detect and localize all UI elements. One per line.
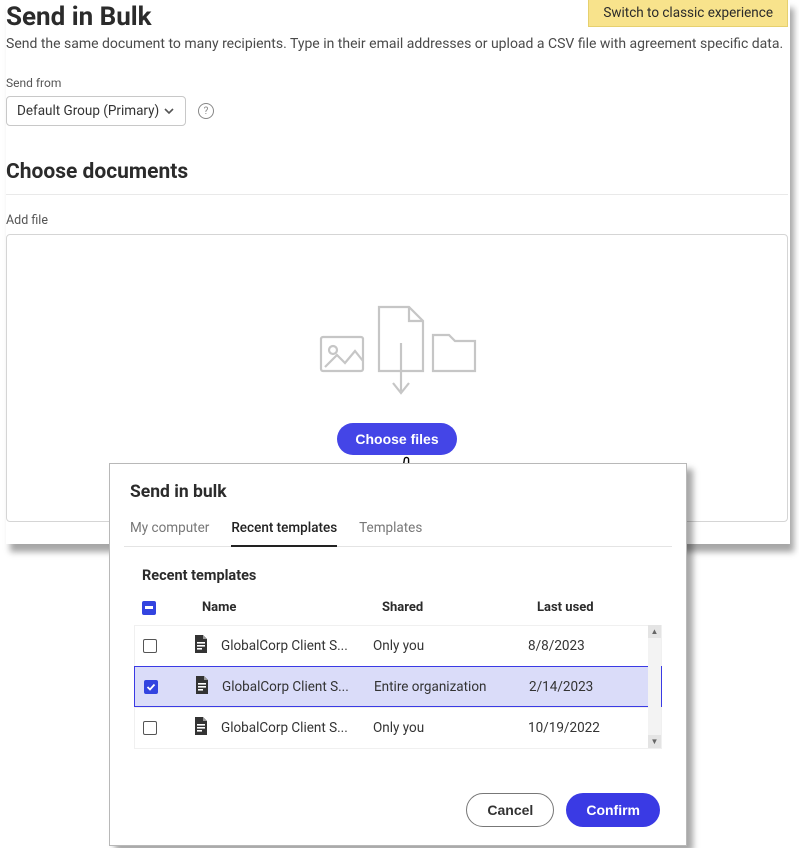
modal-section-label: Recent templates	[142, 567, 672, 584]
table-row[interactable]: GlobalCorp Client S... Only you 10/19/20…	[135, 707, 661, 748]
modal-title: Send in bulk	[130, 482, 672, 502]
modal-tabs: My computer Recent templates Templates	[124, 520, 672, 547]
send-from-dropdown[interactable]: Default Group (Primary)	[6, 96, 186, 126]
document-icon	[193, 716, 211, 740]
dropzone-art-icon	[317, 301, 477, 397]
confirm-button[interactable]: Confirm	[566, 793, 660, 827]
tab-templates[interactable]: Templates	[359, 520, 422, 546]
add-file-label: Add file	[6, 213, 788, 228]
cancel-button[interactable]: Cancel	[466, 793, 554, 827]
switch-classic-link[interactable]: Switch to classic experience	[588, 0, 788, 27]
table-row[interactable]: GlobalCorp Client S... Entire organizati…	[134, 666, 662, 707]
table-body: ▲ ▼ GlobalCorp Client S... Only you 8/8/…	[134, 625, 662, 749]
row-checkbox[interactable]	[143, 721, 157, 735]
row-name: GlobalCorp Client S...	[222, 679, 374, 695]
row-shared: Only you	[373, 638, 528, 654]
document-icon	[193, 634, 211, 658]
tab-recent-templates[interactable]: Recent templates	[231, 520, 337, 546]
chevron-down-icon	[163, 105, 175, 117]
row-name: GlobalCorp Client S...	[221, 720, 373, 736]
row-name: GlobalCorp Client S...	[221, 638, 373, 654]
file-picker-modal: Send in bulk My computer Recent template…	[109, 463, 687, 846]
row-shared: Entire organization	[374, 679, 529, 695]
choose-files-button[interactable]: Choose files	[337, 423, 456, 455]
col-name: Name	[202, 600, 382, 615]
page-subtitle: Send the same document to many recipient…	[6, 36, 788, 52]
tab-my-computer[interactable]: My computer	[130, 520, 209, 546]
col-shared: Shared	[382, 600, 537, 615]
row-shared: Only you	[373, 720, 528, 736]
col-last-used: Last used	[537, 600, 667, 615]
row-checkbox[interactable]	[144, 680, 158, 694]
send-from-label: Send from	[6, 76, 788, 90]
choose-documents-heading: Choose documents	[6, 160, 788, 195]
table-header: Name Shared Last used	[124, 594, 672, 625]
document-icon	[194, 675, 212, 699]
row-last: 2/14/2023	[529, 679, 659, 695]
row-last: 10/19/2022	[528, 720, 658, 736]
help-icon[interactable]: ?	[198, 103, 214, 119]
row-last: 8/8/2023	[528, 638, 658, 654]
table-row[interactable]: GlobalCorp Client S... Only you 8/8/2023	[135, 625, 661, 666]
scrollbar[interactable]: ▲ ▼	[648, 625, 661, 748]
scroll-up-icon[interactable]: ▲	[648, 625, 661, 638]
select-all-checkbox[interactable]	[142, 601, 156, 615]
row-checkbox[interactable]	[143, 639, 157, 653]
send-from-value: Default Group (Primary)	[17, 103, 159, 119]
scroll-down-icon[interactable]: ▼	[648, 735, 661, 748]
